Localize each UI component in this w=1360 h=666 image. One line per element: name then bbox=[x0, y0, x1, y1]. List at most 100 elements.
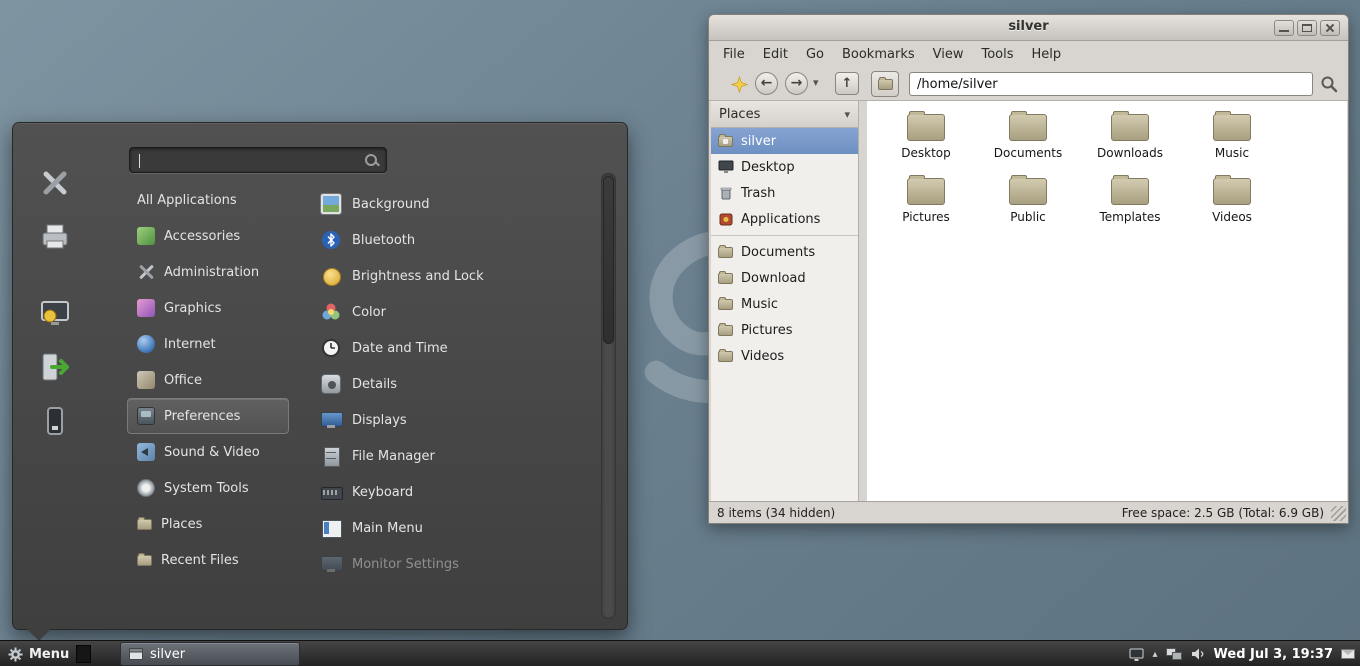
items-count: 8 items (34 hidden) bbox=[717, 505, 836, 520]
app-main-menu[interactable]: Main Menu bbox=[311, 510, 595, 546]
app-brightness-lock[interactable]: Brightness and Lock bbox=[311, 258, 595, 294]
search-input[interactable] bbox=[140, 151, 355, 171]
minimize-button[interactable] bbox=[1274, 20, 1294, 36]
printer-button[interactable] bbox=[31, 213, 79, 261]
file-templates[interactable]: Templates bbox=[1079, 173, 1181, 237]
menu-file[interactable]: File bbox=[714, 44, 754, 65]
category-label: Places bbox=[161, 516, 203, 532]
menu-edit[interactable]: Edit bbox=[754, 44, 797, 65]
network-icon[interactable] bbox=[1165, 648, 1182, 660]
menu-help[interactable]: Help bbox=[1023, 44, 1071, 65]
category-office[interactable]: Office bbox=[127, 362, 289, 398]
menu-tools[interactable]: Tools bbox=[972, 44, 1022, 65]
file-public[interactable]: Public bbox=[977, 173, 1079, 237]
titlebar[interactable]: silver bbox=[709, 15, 1348, 41]
sidebar-item-silver[interactable]: silver bbox=[711, 128, 858, 154]
search-button[interactable] bbox=[1319, 74, 1339, 94]
back-button[interactable]: ← bbox=[755, 72, 778, 95]
up-button[interactable]: ↑ bbox=[835, 72, 859, 95]
shutdown-button[interactable] bbox=[31, 397, 79, 445]
taskbar-window-label: silver bbox=[150, 646, 186, 662]
app-bluetooth[interactable]: Bluetooth bbox=[311, 222, 595, 258]
office-icon bbox=[137, 371, 155, 389]
file-label: Public bbox=[1010, 210, 1046, 224]
pane-separator[interactable] bbox=[859, 101, 867, 501]
display-tray-icon[interactable] bbox=[1129, 648, 1144, 661]
volume-icon[interactable] bbox=[1190, 647, 1206, 661]
file-desktop[interactable]: Desktop bbox=[875, 109, 977, 173]
software-tools-button[interactable] bbox=[31, 159, 79, 207]
taskbar-window-silver[interactable]: silver bbox=[120, 642, 300, 666]
keyboard-icon bbox=[321, 482, 343, 502]
folder-icon bbox=[718, 244, 733, 258]
sidebar-header[interactable]: Places ▾ bbox=[711, 101, 858, 128]
app-label: Brightness and Lock bbox=[352, 268, 484, 284]
app-keyboard[interactable]: Keyboard bbox=[311, 474, 595, 510]
app-label: Bluetooth bbox=[352, 232, 416, 248]
menu-search-box bbox=[129, 147, 387, 173]
folder-icon bbox=[907, 175, 945, 205]
logout-button[interactable] bbox=[31, 343, 79, 391]
star-icon[interactable] bbox=[730, 75, 749, 94]
logout-icon bbox=[42, 353, 69, 381]
file-videos[interactable]: Videos bbox=[1181, 173, 1283, 237]
menu-button[interactable]: Menu bbox=[0, 641, 77, 666]
menu-go[interactable]: Go bbox=[797, 44, 833, 65]
sidebar-item-documents[interactable]: Documents bbox=[711, 239, 858, 265]
forward-button[interactable]: → bbox=[785, 72, 808, 95]
sidebar-item-download[interactable]: Download bbox=[711, 265, 858, 291]
close-button[interactable] bbox=[1320, 20, 1340, 36]
clock[interactable]: Wed Jul 3, 19:37 bbox=[1214, 647, 1334, 662]
app-background[interactable]: Background bbox=[311, 186, 595, 222]
sidebar-item-trash[interactable]: Trash bbox=[711, 180, 858, 206]
history-dropdown-icon[interactable]: ▾ bbox=[813, 76, 819, 89]
category-all-applications[interactable]: All Applications bbox=[127, 182, 289, 218]
menu-view[interactable]: View bbox=[924, 44, 973, 65]
category-accessories[interactable]: Accessories bbox=[127, 218, 289, 254]
sidebar-item-applications[interactable]: Applications bbox=[711, 206, 858, 232]
folder-icon bbox=[718, 348, 733, 362]
app-details[interactable]: Details bbox=[311, 366, 595, 402]
file-music[interactable]: Music bbox=[1181, 109, 1283, 173]
file-documents[interactable]: Documents bbox=[977, 109, 1079, 173]
category-places[interactable]: Places bbox=[127, 506, 289, 542]
folder-icon bbox=[137, 552, 152, 566]
app-label: Background bbox=[352, 196, 430, 212]
sidebar-item-label: Videos bbox=[741, 348, 785, 364]
category-recent-files[interactable]: Recent Files bbox=[127, 542, 289, 578]
category-graphics[interactable]: Graphics bbox=[127, 290, 289, 326]
maximize-button[interactable] bbox=[1297, 20, 1317, 36]
resize-grip[interactable] bbox=[1331, 506, 1346, 521]
file-cabinet-icon bbox=[321, 446, 341, 467]
menu-bookmarks[interactable]: Bookmarks bbox=[833, 44, 924, 65]
app-date-time[interactable]: Date and Time bbox=[311, 330, 595, 366]
file-label: Documents bbox=[993, 146, 1063, 160]
graphics-icon bbox=[137, 299, 155, 317]
category-sound-video[interactable]: Sound & Video bbox=[127, 434, 289, 470]
printer-icon bbox=[42, 224, 68, 249]
menu-scrollbar-thumb[interactable] bbox=[603, 176, 614, 344]
location-input[interactable] bbox=[909, 72, 1313, 96]
brightness-icon bbox=[321, 266, 341, 286]
category-preferences[interactable]: Preferences bbox=[127, 398, 289, 434]
file-pictures[interactable]: Pictures bbox=[875, 173, 977, 237]
file-downloads[interactable]: Downloads bbox=[1079, 109, 1181, 173]
file-view[interactable]: Desktop Documents Downloads Music Pictur… bbox=[867, 101, 1347, 501]
sidebar-item-music[interactable]: Music bbox=[711, 291, 858, 317]
folder-icon bbox=[1213, 175, 1251, 205]
app-color[interactable]: Color bbox=[311, 294, 595, 330]
category-system-tools[interactable]: System Tools bbox=[127, 470, 289, 506]
menu-scrollbar[interactable] bbox=[601, 173, 616, 619]
app-label: File Manager bbox=[352, 448, 435, 464]
mail-icon[interactable] bbox=[1341, 649, 1355, 659]
display-settings-button[interactable] bbox=[31, 289, 79, 337]
category-internet[interactable]: Internet bbox=[127, 326, 289, 362]
sidebar-item-videos[interactable]: Videos bbox=[711, 343, 858, 369]
category-administration[interactable]: Administration bbox=[127, 254, 289, 290]
sidebar-item-pictures[interactable]: Pictures bbox=[711, 317, 858, 343]
app-file-manager[interactable]: File Manager bbox=[311, 438, 595, 474]
app-displays[interactable]: Displays bbox=[311, 402, 595, 438]
sidebar-item-desktop[interactable]: Desktop bbox=[711, 154, 858, 180]
home-button[interactable] bbox=[871, 71, 899, 97]
chevron-up-icon[interactable]: ▴ bbox=[1152, 649, 1157, 660]
